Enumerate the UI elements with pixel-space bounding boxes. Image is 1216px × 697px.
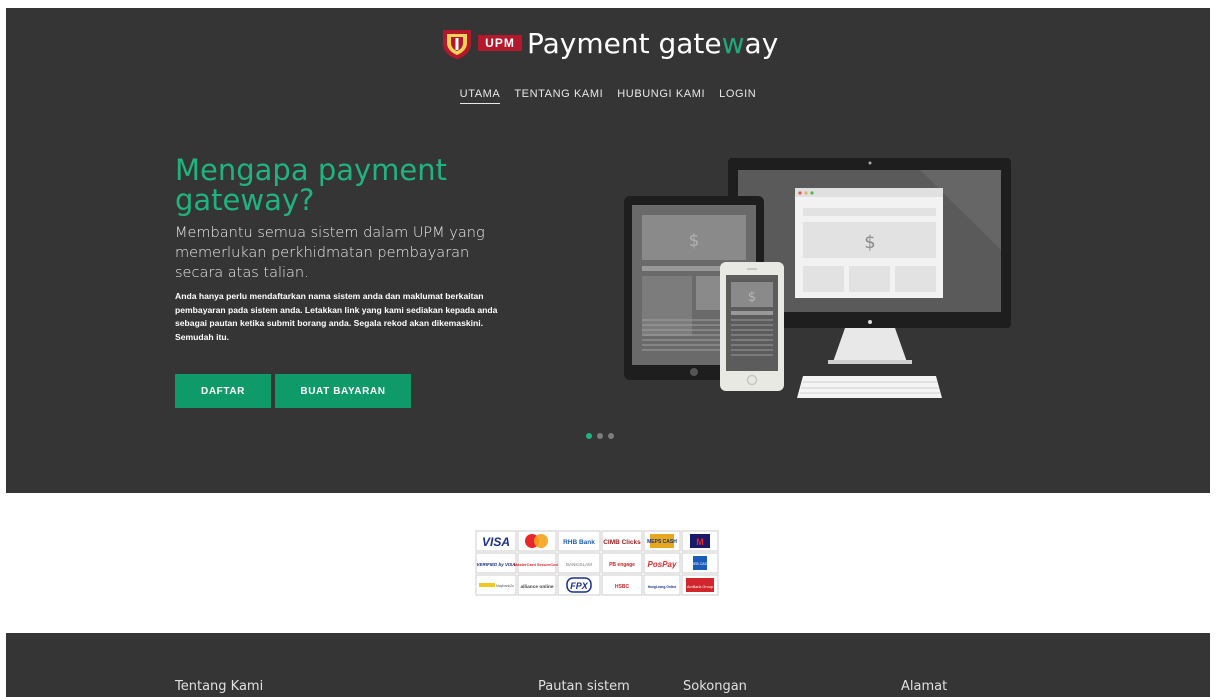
pospay-logo: PosPay — [648, 560, 677, 569]
cimb-clicks-logo: CIMB Clicks — [603, 539, 641, 546]
phone-dollar-icon: $ — [748, 290, 756, 305]
site-title: Payment gateway — [527, 27, 778, 60]
hero-headline: Mengapa payment gateway? — [175, 153, 448, 217]
tablet-dollar-icon: $ — [689, 231, 700, 251]
devices-illustration: $ $ $ — [620, 150, 1020, 402]
footer-heading-pautan-sistem: Pautan sistem — [538, 679, 630, 694]
hsbc-logo: HSBC — [615, 584, 630, 590]
footer-heading-sokongan: Sokongan — [683, 679, 747, 694]
bank-islam-logo: BANKISLAM — [566, 562, 592, 567]
slider-dot-3[interactable] — [608, 433, 614, 439]
nav-item-utama[interactable]: UTAMA — [459, 88, 501, 104]
visa-logo: VISA — [482, 535, 510, 549]
footer-heading-tentang-kami: Tentang Kami — [175, 679, 264, 694]
mastercard-logo — [525, 534, 548, 548]
fpx-logo: FPX — [570, 581, 589, 591]
upm-shield-icon — [440, 26, 474, 60]
top-margin — [0, 0, 1216, 8]
mastercard-securecode-logo: MasterCard SecureCode — [514, 562, 561, 567]
daftar-button[interactable]: DAFTAR — [175, 374, 271, 408]
brand[interactable]: UPM Payment gateway — [440, 23, 778, 63]
slider-dot-1[interactable] — [586, 433, 592, 439]
hero-description: Anda hanya perlu mendaftarkan nama siste… — [175, 291, 498, 342]
pb-engage-logo: PB engage — [609, 562, 635, 568]
alliance-online-logo: alliance online — [520, 584, 553, 590]
webcash-logo: WEB CASH — [691, 562, 710, 566]
footer: Tentang Kami Pautan sistem Sokongan Alam… — [6, 633, 1210, 697]
footer-heading-alamat: Alamat — [901, 679, 948, 694]
maybank2u-logo: Maybank2u — [496, 584, 514, 588]
site-title-accent-letter: w — [721, 26, 745, 60]
nav-item-hubungi-kami[interactable]: HUBUNGI KAMI — [617, 88, 705, 104]
site-title-part-2: ay — [744, 26, 779, 60]
payment-methods-logos: VISA RHB Bank CIMB Clicks MEPS CASH M VE… — [475, 530, 725, 596]
main-nav: UTAMA TENTANG KAMI HUBUNGI KAMI LOGIN — [0, 88, 1216, 104]
nav-item-tentang-kami[interactable]: TENTANG KAMI — [514, 88, 603, 104]
site-title-part-1: Payment gate — [527, 26, 722, 60]
buat-bayaran-button[interactable]: BUAT BAYARAN — [275, 374, 411, 408]
rhb-bank-logo: RHB Bank — [563, 539, 595, 546]
slider-dots — [586, 433, 614, 439]
verified-by-visa-logo: VERIFIED by VISA — [476, 562, 515, 567]
hongleong-online-logo: HongLeong Online — [648, 585, 677, 589]
ambank-group-logo: AmBank Group — [687, 585, 713, 589]
slider-dot-2[interactable] — [597, 433, 603, 439]
m-logo: M — [696, 537, 704, 547]
meps-cash-logo: MEPS CASH — [647, 539, 677, 545]
upm-logo-text: UPM — [478, 35, 522, 51]
monitor-dollar-icon: $ — [864, 232, 875, 253]
hero-lead: Membantu semua sistem dalam UPM yang mem… — [175, 225, 485, 281]
nav-item-login[interactable]: LOGIN — [719, 88, 756, 104]
